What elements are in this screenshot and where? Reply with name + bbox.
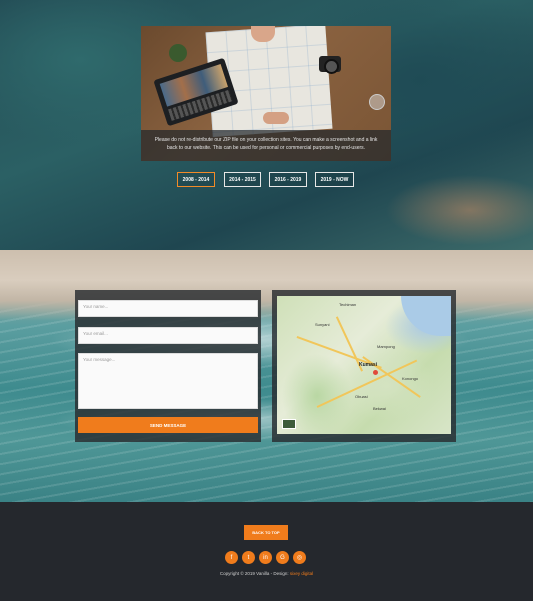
google-icon[interactable]: G: [276, 551, 289, 564]
timeline-tabs: 2008 - 2014 2014 - 2015 2016 - 2019 2019…: [0, 172, 533, 187]
hand-image: [263, 112, 289, 124]
glass-image: [369, 94, 385, 110]
google-map[interactable]: Techiman Sunyani Mampong Kumasi Obuasi B…: [277, 296, 451, 434]
map-city-label: Obuasi: [355, 394, 368, 399]
back-to-top-button[interactable]: BACK TO TOP: [244, 525, 288, 540]
copyright: Copyright © 2019 Vanilla - Design: sixey…: [0, 571, 533, 576]
map-city-label: Sunyani: [315, 322, 330, 327]
map-city-label: Konongo: [402, 376, 419, 381]
linkedin-icon[interactable]: in: [259, 551, 272, 564]
satellite-toggle-icon[interactable]: [282, 419, 296, 429]
twitter-icon[interactable]: t: [242, 551, 255, 564]
camera-image: [319, 56, 341, 74]
email-field[interactable]: Your email...: [78, 327, 258, 344]
tab-2016-2019[interactable]: 2016 - 2019: [269, 172, 307, 187]
designer-link[interactable]: sixey digital: [290, 571, 313, 576]
hero-image: Please do not re-distribute our ZIP file…: [141, 26, 391, 161]
tab-2019-now[interactable]: 2019 - NOW: [315, 172, 354, 187]
map-city-label: Techiman: [339, 302, 357, 307]
map-lake: [401, 296, 451, 336]
instagram-icon[interactable]: ◎: [293, 551, 306, 564]
copyright-text: Copyright © 2019 Vanilla - Design:: [219, 571, 289, 576]
map-pin-icon[interactable]: [373, 370, 378, 375]
message-field[interactable]: Your message...: [78, 353, 258, 409]
hero-caption: Please do not re-distribute our ZIP file…: [141, 130, 391, 161]
map-city-label: Kumasi: [359, 362, 378, 368]
caption-line: Please do not re-distribute our ZIP file…: [154, 137, 378, 143]
hand-image: [251, 26, 275, 42]
name-field[interactable]: Your name...: [78, 300, 258, 317]
tab-2008-2014[interactable]: 2008 - 2014: [177, 172, 215, 187]
map-city-label: Bekwai: [373, 406, 386, 411]
contact-form: Your name... Your email... Your message.…: [75, 290, 261, 442]
caption-line: back to our website. This can be used fo…: [166, 145, 366, 151]
tab-2014-2015[interactable]: 2014 - 2015: [224, 172, 261, 187]
plant-image: [169, 44, 187, 62]
map-city-label: Mampong: [377, 344, 395, 349]
map-panel: Techiman Sunyani Mampong Kumasi Obuasi B…: [272, 290, 456, 442]
facebook-icon[interactable]: f: [225, 551, 238, 564]
send-message-button[interactable]: SEND MESSAGE: [78, 417, 258, 433]
